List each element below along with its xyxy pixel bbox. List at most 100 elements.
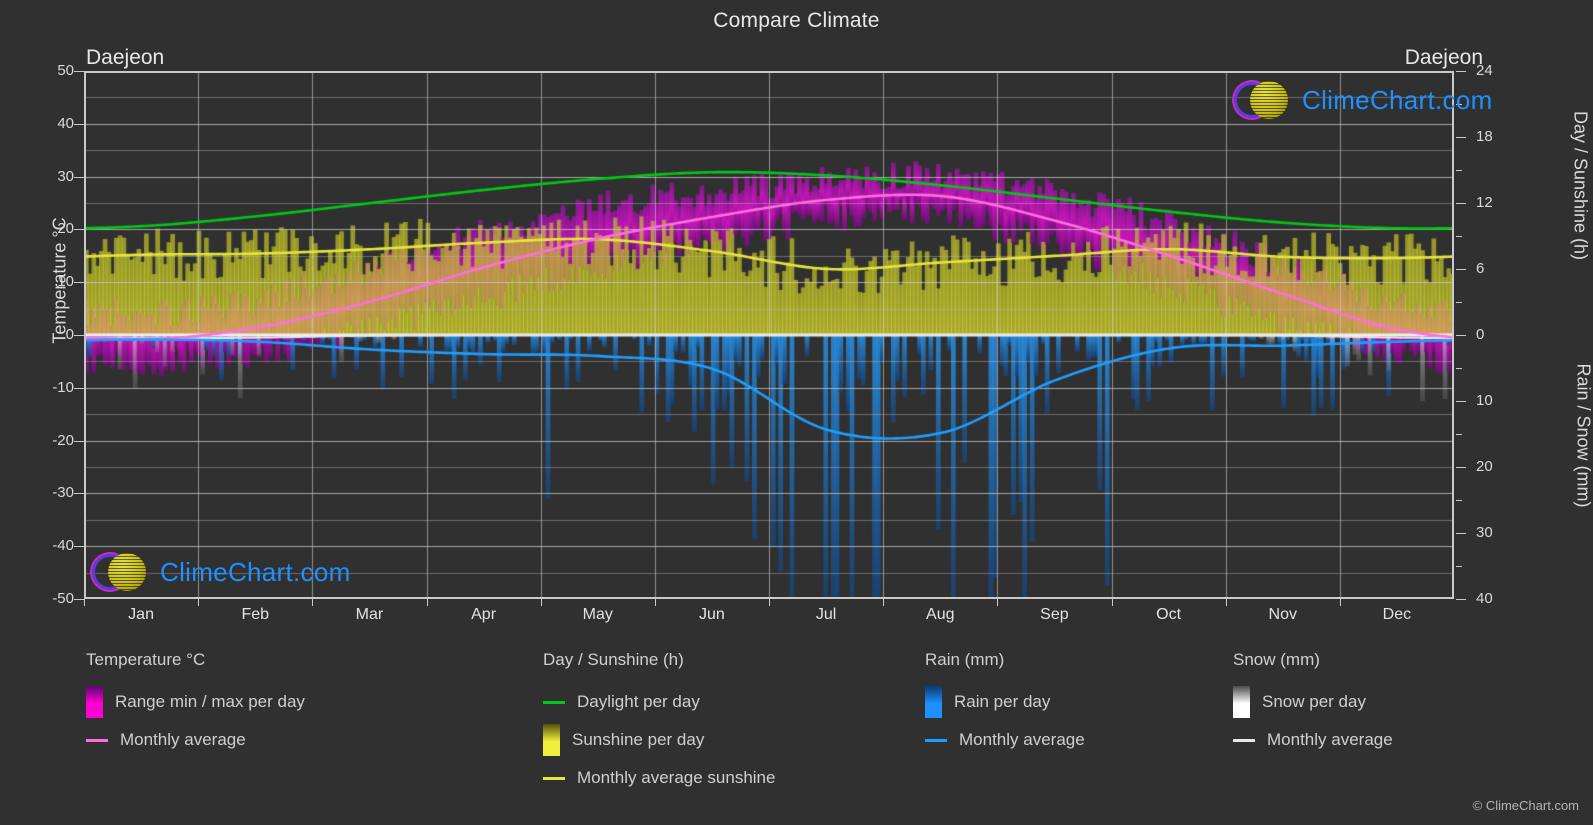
x-axis-tickmark	[426, 599, 428, 606]
legend-group-title: Snow (mm)	[1233, 650, 1320, 669]
y-axis-right-top-tick: 24	[1476, 62, 1493, 79]
x-axis-tickmark	[1225, 599, 1227, 606]
legend-item-label: Snow per day	[1262, 692, 1366, 711]
y-axis-right-bottom-tick: 10	[1476, 392, 1493, 409]
legend-swatch-icon	[925, 686, 942, 718]
y-axis-right-bottom-minor-tickmark	[1456, 434, 1462, 435]
y-axis-right-top-tickmark	[1456, 71, 1466, 72]
x-axis-tickmark	[312, 599, 314, 606]
legend-line-icon	[925, 738, 947, 742]
page-title: Compare Climate	[713, 9, 880, 32]
x-axis-tick-sep: Sep	[1040, 606, 1069, 623]
y-axis-right-bottom-tickmark	[1456, 467, 1466, 468]
legend-item[interactable]: Daylight per day	[543, 683, 775, 721]
legend-line-icon	[543, 700, 565, 704]
x-axis-tickmark	[84, 599, 85, 606]
legend-line-icon	[86, 738, 108, 742]
y-axis-right-bottom-tickmark	[1456, 599, 1466, 600]
climechart-logo-icon	[1226, 74, 1288, 126]
legend-item[interactable]: Monthly average	[86, 721, 305, 759]
y-axis-right-bottom-tickmark	[1456, 533, 1466, 534]
legend-item[interactable]: Monthly average	[1233, 721, 1393, 759]
y-axis-right-top-tickmark	[1456, 335, 1466, 336]
climechart-logo-icon	[84, 546, 146, 598]
y-axis-left-tickmark	[74, 493, 84, 495]
x-axis-tickmark	[198, 599, 200, 606]
x-axis-tickmark	[1111, 599, 1113, 606]
y-axis-left-tickmark	[74, 123, 84, 125]
legend-group-0: Temperature °C Range min / max per day Mon…	[86, 650, 305, 759]
x-axis-tickmark	[769, 599, 770, 606]
y-axis-right-bottom-minor-tickmark	[1456, 566, 1462, 567]
y-axis-left-tick: -40	[52, 537, 74, 555]
y-axis-left-tickmark	[74, 335, 84, 336]
x-axis-tick-nov: Nov	[1268, 606, 1297, 623]
y-axis-right-top-tick: 18	[1476, 128, 1493, 145]
watermark-top: ClimeChart.com	[1226, 74, 1493, 126]
watermark-bottom: ClimeChart.com	[84, 546, 351, 598]
y-axis-right-top-tickmark	[1456, 137, 1466, 138]
legend-item-label: Rain per day	[954, 692, 1051, 711]
legend-item-label: Monthly average	[120, 730, 246, 749]
y-axis-left-tick: -50	[52, 590, 74, 607]
x-axis-tick-jul: Jul	[815, 606, 837, 623]
y-axis-right-bottom-title: Rain / Snow (mm)	[1573, 363, 1593, 508]
legend-group-1: Day / Sunshine (h) Daylight per day Sunshi…	[543, 650, 775, 797]
y-axis-left-tickmark	[74, 599, 84, 600]
legend-swatch-icon	[1233, 686, 1250, 718]
x-axis-tick-dec: Dec	[1382, 606, 1412, 623]
legend-swatch-icon	[543, 724, 560, 756]
legend-item-label: Monthly average	[1267, 730, 1393, 749]
legend-item[interactable]: Snow per day	[1233, 683, 1393, 721]
y-axis-right-bottom-tickmark	[1456, 401, 1466, 402]
y-axis-left-tickmark	[74, 282, 84, 284]
y-axis-left-tickmark	[74, 176, 84, 178]
climate-chart-page: Compare Climate Daejeon Daejeon 50 40 30 20…	[0, 0, 1593, 825]
y-axis-left-tickmark	[74, 546, 84, 548]
x-axis-tick-may: May	[582, 606, 613, 623]
x-axis-tick-jan: Jan	[128, 606, 154, 623]
legend-item-label: Monthly average sunshine	[577, 768, 776, 787]
legend-group-3: Snow (mm) Snow per day Monthly average	[1233, 650, 1393, 759]
chart-canvas	[84, 71, 1454, 599]
chart-legend: Temperature °C Range min / max per day Mon…	[0, 650, 1593, 800]
y-axis-left-tickmark	[74, 387, 84, 389]
legend-group-2: Rain (mm) Rain per day Monthly average	[925, 650, 1085, 759]
y-axis-right-top-tick: 12	[1476, 194, 1493, 211]
city-label-right: Daejeon	[1404, 46, 1483, 69]
legend-item[interactable]: Sunshine per day	[543, 721, 775, 759]
legend-item[interactable]: Monthly average	[925, 721, 1085, 759]
legend-group-title: Temperature °C	[86, 650, 206, 669]
legend-item-label: Monthly average	[959, 730, 1085, 749]
y-axis-left-tickmark	[74, 71, 84, 72]
x-axis-tickmark	[654, 599, 656, 606]
x-axis-tick-oct: Oct	[1156, 606, 1182, 623]
legend-swatch-icon	[86, 686, 103, 718]
x-axis-tick-mar: Mar	[355, 606, 384, 623]
y-axis-right-bottom-minor-tickmark	[1456, 368, 1462, 369]
y-axis-right-bottom-tick: 20	[1476, 458, 1493, 475]
y-axis-left-tickmark	[74, 229, 84, 231]
y-axis-right-top-tick: 0	[1476, 326, 1485, 343]
y-axis-right-top-minor-tickmark	[1456, 236, 1462, 237]
y-axis-left-tick: -10	[52, 378, 74, 396]
y-axis-left-tick: -30	[52, 484, 74, 502]
legend-item[interactable]: Monthly average sunshine	[543, 759, 775, 797]
legend-item-label: Daylight per day	[577, 692, 700, 711]
watermark-label: ClimeChart.com	[160, 556, 351, 587]
legend-item[interactable]: Range min / max per day	[86, 683, 305, 721]
city-label-left: Daejeon	[86, 46, 165, 69]
legend-item[interactable]: Rain per day	[925, 683, 1085, 721]
y-axis-right-bottom-tick: 40	[1476, 590, 1493, 607]
x-axis-tick-apr: Apr	[471, 606, 497, 623]
y-axis-right-top-minor-tickmark	[1456, 302, 1462, 303]
y-axis-right-top-title: Day / Sunshine (h)	[1570, 110, 1591, 261]
copyright-notice: © ClimeChart.com	[1472, 798, 1579, 813]
legend-line-icon	[1233, 738, 1255, 742]
legend-item-label: Sunshine per day	[572, 730, 705, 749]
y-axis-right-bottom-tick: 30	[1476, 524, 1493, 541]
plot-area	[84, 71, 1454, 599]
x-axis-tickmark	[883, 599, 885, 606]
legend-group-title: Rain (mm)	[925, 650, 1005, 669]
x-axis-tick-aug: Aug	[926, 606, 955, 623]
